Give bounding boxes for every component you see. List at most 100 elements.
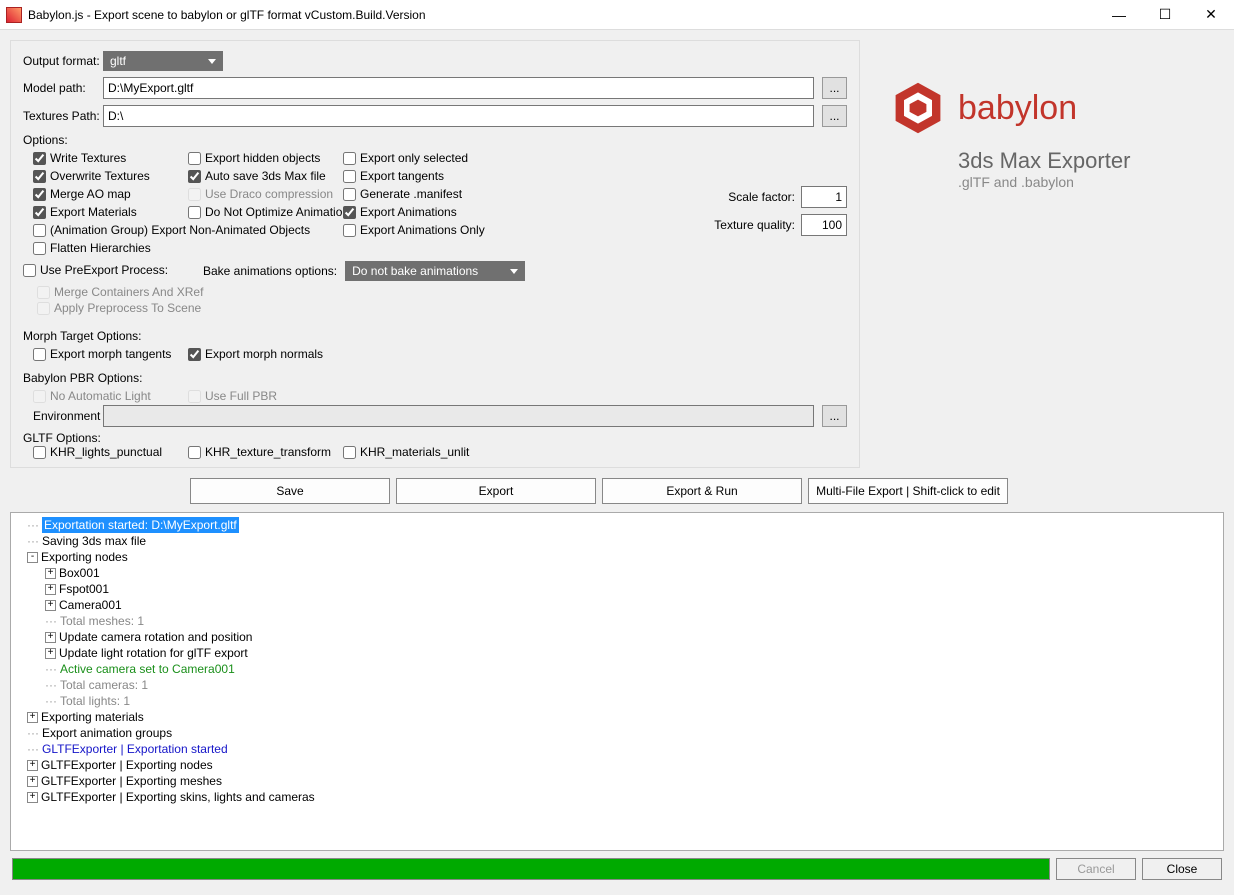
log-text: Exportation started: D:\MyExport.gltf <box>42 517 239 533</box>
log-row[interactable]: ···Active camera set to Camera001 <box>17 661 1217 677</box>
log-text: GLTFExporter | Exporting skins, lights a… <box>41 789 315 805</box>
log-text: Active camera set to Camera001 <box>60 661 235 677</box>
environment-browse-button[interactable]: ... <box>822 405 847 427</box>
chk-autosave[interactable]: Auto save 3ds Max file <box>188 169 343 183</box>
model-path-browse-button[interactable]: ... <box>822 77 847 99</box>
output-format-label: Output format: <box>23 54 103 68</box>
chk-morph-normals[interactable]: Export morph normals <box>188 347 348 361</box>
export-button[interactable]: Export <box>396 478 596 504</box>
log-text: Update light rotation for glTF export <box>59 645 248 661</box>
chk-write-textures[interactable]: Write Textures <box>33 151 188 165</box>
log-row[interactable]: +Fspot001 <box>17 581 1217 597</box>
bake-anim-label: Bake animations options: <box>203 264 337 278</box>
collapse-icon[interactable]: - <box>27 552 38 563</box>
brand-name: babylon <box>958 89 1077 128</box>
log-row[interactable]: +Update camera rotation and position <box>17 629 1217 645</box>
log-text: Saving 3ds max file <box>42 533 146 549</box>
bake-anim-dropdown[interactable]: Do not bake animations <box>345 261 525 281</box>
expand-icon[interactable]: + <box>27 760 38 771</box>
brand-panel: babylon 3ds Max Exporter .glTF and .baby… <box>860 40 1220 468</box>
texture-quality-input[interactable] <box>801 214 847 236</box>
chk-morph-tangents[interactable]: Export morph tangents <box>33 347 188 361</box>
close-window-button[interactable]: ✕ <box>1188 0 1234 30</box>
log-row[interactable]: ···GLTFExporter | Exportation started <box>17 741 1217 757</box>
chk-merge-ao[interactable]: Merge AO map <box>33 187 188 201</box>
window-title: Babylon.js - Export scene to babylon or … <box>28 8 1096 22</box>
progress-bar <box>12 858 1050 880</box>
chk-khr-texture[interactable]: KHR_texture_transform <box>188 445 343 459</box>
chk-khr-unlit[interactable]: KHR_materials_unlit <box>343 445 503 459</box>
pbr-header: Babylon PBR Options: <box>23 371 847 385</box>
babylon-logo-icon <box>890 80 946 136</box>
chk-flatten[interactable]: Flatten Hierarchies <box>33 241 188 255</box>
log-row[interactable]: +Camera001 <box>17 597 1217 613</box>
scale-factor-input[interactable] <box>801 186 847 208</box>
expand-icon[interactable]: + <box>45 648 56 659</box>
log-text: GLTFExporter | Exporting nodes <box>41 757 213 773</box>
chk-gen-manifest[interactable]: Generate .manifest <box>343 187 503 201</box>
log-panel[interactable]: ···Exportation started: D:\MyExport.gltf… <box>10 512 1224 851</box>
log-row[interactable]: ···Total lights: 1 <box>17 693 1217 709</box>
textures-path-browse-button[interactable]: ... <box>822 105 847 127</box>
chk-khr-lights[interactable]: KHR_lights_punctual <box>33 445 188 459</box>
log-text: Total cameras: 1 <box>60 677 148 693</box>
chk-merge-containers: Merge Containers And XRef <box>37 285 847 299</box>
chk-use-full-pbr: Use Full PBR <box>188 389 348 403</box>
options-header: Options: <box>23 133 847 147</box>
log-row[interactable]: +GLTFExporter | Exporting skins, lights … <box>17 789 1217 805</box>
expand-icon[interactable]: + <box>27 776 38 787</box>
log-text: Box001 <box>59 565 100 581</box>
textures-path-input[interactable] <box>103 105 814 127</box>
log-row[interactable]: ···Export animation groups <box>17 725 1217 741</box>
textures-path-label: Textures Path: <box>23 109 103 123</box>
log-text: Export animation groups <box>42 725 172 741</box>
log-row[interactable]: ···Total meshes: 1 <box>17 613 1217 629</box>
log-row[interactable]: -Exporting nodes <box>17 549 1217 565</box>
expand-icon[interactable]: + <box>45 632 56 643</box>
expand-icon[interactable]: + <box>45 568 56 579</box>
cancel-button: Cancel <box>1056 858 1136 880</box>
log-row[interactable]: +Box001 <box>17 565 1217 581</box>
brand-subtitle: 3ds Max Exporter <box>958 148 1210 174</box>
log-row[interactable]: +Update light rotation for glTF export <box>17 645 1217 661</box>
chk-overwrite-textures[interactable]: Overwrite Textures <box>33 169 188 183</box>
maximize-button[interactable]: ☐ <box>1142 0 1188 30</box>
log-text: Total lights: 1 <box>60 693 130 709</box>
options-panel: Output format: gltf Model path: ... Text… <box>10 40 860 468</box>
chk-anim-group[interactable]: (Animation Group) Export Non-Animated Ob… <box>33 223 343 237</box>
expand-icon[interactable]: + <box>27 792 38 803</box>
brand-formats: .glTF and .babylon <box>958 174 1210 190</box>
chk-nooptim[interactable]: Do Not Optimize Animations <box>188 205 343 219</box>
texture-quality-label: Texture quality: <box>705 218 795 232</box>
chk-export-anims-only[interactable]: Export Animations Only <box>343 223 503 237</box>
log-row[interactable]: ···Saving 3ds max file <box>17 533 1217 549</box>
model-path-label: Model path: <box>23 81 103 95</box>
expand-icon[interactable]: + <box>45 600 56 611</box>
chk-export-tangents[interactable]: Export tangents <box>343 169 503 183</box>
minimize-button[interactable]: — <box>1096 0 1142 30</box>
log-text: Update camera rotation and position <box>59 629 252 645</box>
log-row[interactable]: +GLTFExporter | Exporting meshes <box>17 773 1217 789</box>
expand-icon[interactable]: + <box>27 712 38 723</box>
output-format-dropdown[interactable]: gltf <box>103 51 223 71</box>
export-run-button[interactable]: Export & Run <box>602 478 802 504</box>
save-button[interactable]: Save <box>190 478 390 504</box>
log-text: Exporting materials <box>41 709 144 725</box>
close-button[interactable]: Close <box>1142 858 1222 880</box>
environment-label: Environment <box>33 409 103 423</box>
log-text: Camera001 <box>59 597 122 613</box>
multifile-export-button[interactable]: Multi-File Export | Shift-click to edit <box>808 478 1008 504</box>
log-row[interactable]: ···Total cameras: 1 <box>17 677 1217 693</box>
chk-export-hidden[interactable]: Export hidden objects <box>188 151 343 165</box>
log-text: Fspot001 <box>59 581 109 597</box>
chk-export-materials[interactable]: Export Materials <box>33 205 188 219</box>
app-icon <box>6 7 22 23</box>
model-path-input[interactable] <box>103 77 814 99</box>
expand-icon[interactable]: + <box>45 584 56 595</box>
chk-export-anims[interactable]: Export Animations <box>343 205 503 219</box>
chk-only-selected[interactable]: Export only selected <box>343 151 503 165</box>
log-row[interactable]: ···Exportation started: D:\MyExport.gltf <box>17 517 1217 533</box>
log-row[interactable]: +Exporting materials <box>17 709 1217 725</box>
log-row[interactable]: +GLTFExporter | Exporting nodes <box>17 757 1217 773</box>
chk-apply-preprocess: Apply Preprocess To Scene <box>37 301 847 315</box>
